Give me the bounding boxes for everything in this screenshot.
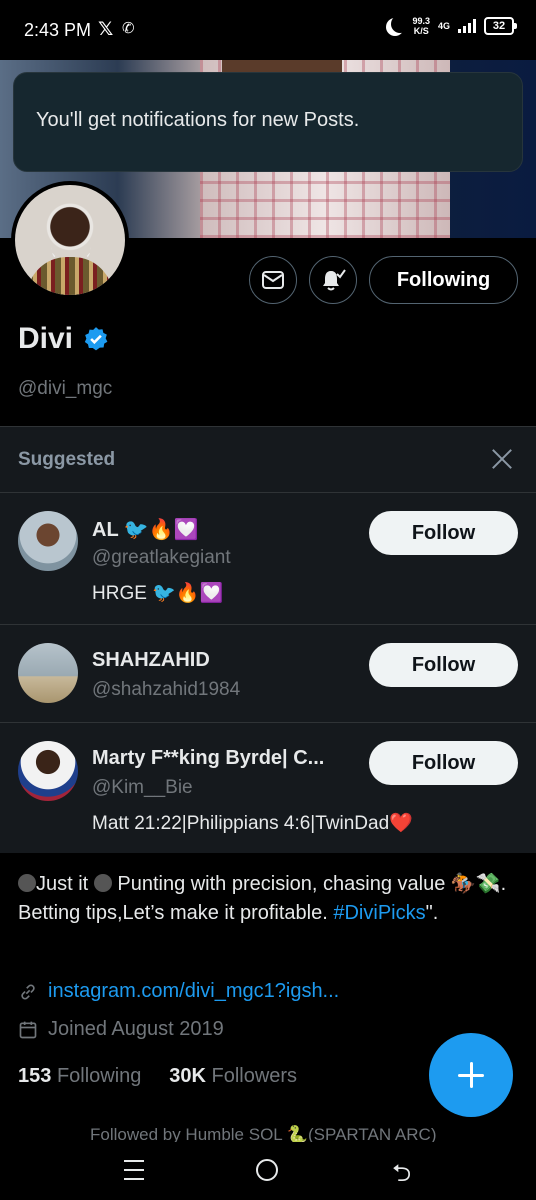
- link-text[interactable]: instagram.com/divi_mgc1?igsh...: [48, 980, 339, 1003]
- avatar-image: [15, 185, 125, 295]
- x-app-icon: 𝕏: [98, 19, 114, 40]
- followed-by[interactable]: Followed by Humble SOL 🐍(SPARTAN ARC): [90, 1125, 436, 1143]
- suggested-item[interactable]: AL 🐦🔥💟 @greatlakegiant HRGE 🐦🔥💟 Follow: [0, 492, 536, 624]
- avatar-shirt: [27, 257, 113, 295]
- suggested-handle: @greatlakegiant: [92, 547, 231, 568]
- speed-unit: K/S: [413, 26, 429, 36]
- following-label: Following: [56, 1065, 142, 1087]
- link-icon: [21, 983, 35, 1000]
- follow-counts: 153 Following 30K Followers: [18, 1065, 297, 1088]
- status-right: 99.3 K/S 4G 32: [386, 15, 517, 36]
- follow-button[interactable]: Follow: [369, 511, 518, 555]
- profile-handle: @divi_mgc: [18, 378, 113, 399]
- speed-value: 99.3: [412, 16, 430, 26]
- avatar[interactable]: [18, 741, 78, 801]
- profile-bio: Just it Punting with precision, chasing …: [18, 870, 518, 928]
- network-type: 4G: [437, 21, 450, 31]
- bio-suffix: ".: [425, 902, 439, 924]
- notification-toast: You'll get notifications for new Posts.: [13, 72, 523, 172]
- suggested-name[interactable]: SHAHZAHID: [92, 649, 210, 672]
- envelope-icon: [262, 271, 284, 289]
- status-time: 2:43 PM: [24, 20, 92, 40]
- close-icon[interactable]: [488, 445, 516, 473]
- compose-post-button[interactable]: [429, 1033, 513, 1117]
- status-bar: 2:43 PM 𝕏 ✆ 99.3 K/S 4G 32: [0, 0, 536, 60]
- black-circle-icon: [93, 874, 112, 892]
- signal-icon: [458, 19, 476, 33]
- bell-check-icon: [323, 269, 346, 291]
- following-count-link[interactable]: 153 Following: [18, 1065, 141, 1087]
- verified-badge-icon: [84, 327, 108, 351]
- suggested-item[interactable]: SHAHZAHID @shahzahid1984 Follow: [0, 624, 536, 722]
- joined-text: Joined August 2019: [48, 1018, 224, 1040]
- profile-name-row: Divi: [18, 322, 109, 356]
- followers-count-link[interactable]: 30K Followers: [169, 1065, 297, 1087]
- joined-date: Joined August 2019: [18, 1018, 224, 1041]
- suggested-handle: @shahzahid1984: [92, 679, 241, 700]
- suggested-handle: @Kim__Bie: [92, 777, 193, 798]
- system-nav-bar: ⮌: [0, 1142, 536, 1200]
- back-icon[interactable]: ⮌: [392, 1156, 411, 1197]
- suggested-name[interactable]: Marty F**king Byrde| C...: [92, 747, 324, 770]
- suggested-bio: HRGE 🐦🔥💟: [92, 583, 224, 604]
- profile-avatar[interactable]: [11, 181, 129, 299]
- followers-count: 30K: [169, 1065, 206, 1087]
- black-circle-icon: [18, 874, 36, 892]
- notifications-button[interactable]: [309, 256, 357, 304]
- bio-text-1: Just it: [36, 873, 94, 895]
- avatar[interactable]: [18, 511, 78, 571]
- followers-label: Followers: [211, 1065, 298, 1087]
- avatar[interactable]: [18, 643, 78, 703]
- follow-button[interactable]: Follow: [369, 741, 518, 785]
- message-button[interactable]: [249, 256, 297, 304]
- wifi-call-icon: ✆: [122, 20, 135, 37]
- suggested-title: Suggested: [18, 449, 116, 470]
- hashtag-link[interactable]: #DiviPicks: [333, 902, 425, 924]
- profile-link[interactable]: instagram.com/divi_mgc1?igsh...: [18, 980, 339, 1003]
- battery-icon: 32: [484, 17, 517, 35]
- calendar-icon: [19, 1021, 37, 1038]
- suggested-item[interactable]: Marty F**king Byrde| C... @Kim__Bie Matt…: [0, 722, 536, 854]
- home-icon[interactable]: [256, 1159, 278, 1181]
- do-not-disturb-icon: [391, 15, 409, 33]
- profile-name: Divi: [18, 322, 74, 355]
- network-speed: 99.3 K/S: [412, 16, 430, 36]
- follow-button[interactable]: Follow: [369, 643, 518, 687]
- toast-text: You'll get notifications for new Posts.: [36, 109, 360, 131]
- suggested-bio: Matt 21:22|Philippians 4:6|TwinDad❤️: [92, 813, 413, 834]
- following-button[interactable]: Following: [369, 256, 518, 304]
- suggested-name[interactable]: AL 🐦🔥💟: [92, 517, 199, 542]
- recent-apps-icon[interactable]: [124, 1160, 144, 1180]
- suggested-panel: Suggested AL 🐦🔥💟 @greatlakegiant HRGE 🐦🔥…: [0, 426, 536, 853]
- following-count: 153: [18, 1065, 52, 1087]
